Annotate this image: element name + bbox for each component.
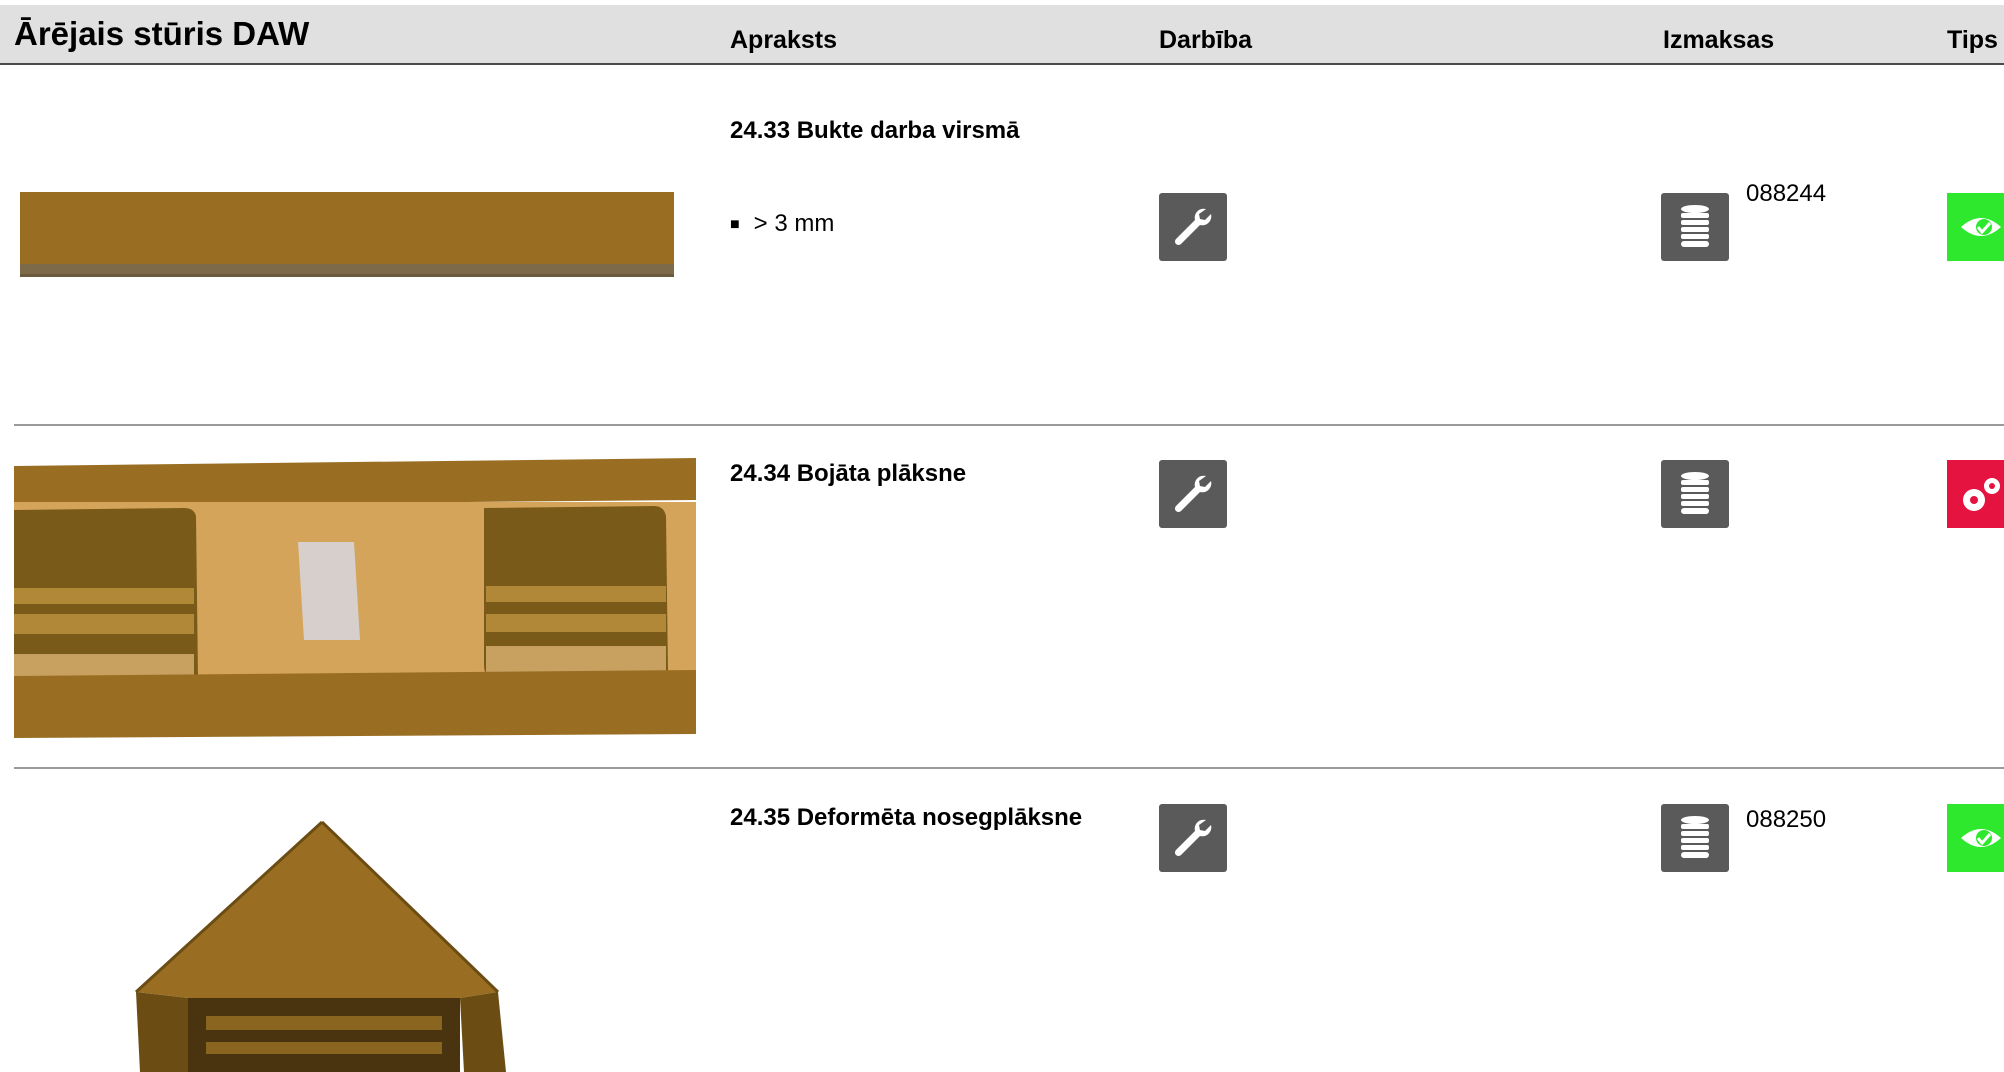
column-header-action: Darbība xyxy=(1159,26,1253,54)
row-divider xyxy=(14,767,2004,769)
cost-code: 088250 xyxy=(1746,806,1827,833)
row-bullet: ■ > 3 mm xyxy=(730,210,834,238)
cover-plate-image xyxy=(134,820,506,1072)
column-header-cost: Izmaksas xyxy=(1663,26,1775,54)
gears-icon[interactable] xyxy=(1947,460,2004,528)
column-header-description: Apraksts xyxy=(730,26,837,54)
row-title: 24.33 Bukte darba virsmā xyxy=(730,117,1020,144)
coins-icon[interactable] xyxy=(1661,804,1729,872)
wrench-icon[interactable] xyxy=(1159,193,1227,261)
worktop-image xyxy=(20,192,674,277)
wrench-icon[interactable] xyxy=(1159,804,1227,872)
coins-icon[interactable] xyxy=(1661,193,1729,261)
panel-image xyxy=(14,458,696,738)
row-divider xyxy=(14,424,2004,426)
eye-icon[interactable] xyxy=(1947,193,2004,261)
bullet-square-icon: ■ xyxy=(730,216,740,233)
coins-icon[interactable] xyxy=(1661,460,1729,528)
row-title: 24.34 Bojāta plāksne xyxy=(730,460,967,487)
row-title: 24.35 Deformēta nosegplāksne xyxy=(730,804,1083,831)
page-title: Ārējais stūris DAW xyxy=(14,15,310,52)
cost-code: 088244 xyxy=(1746,180,1827,207)
table-header: Ārējais stūris DAW Apraksts Darbība Izma… xyxy=(0,5,2004,65)
bullet-text: > 3 mm xyxy=(753,210,835,237)
eye-icon[interactable] xyxy=(1947,804,2004,872)
wrench-icon[interactable] xyxy=(1159,460,1227,528)
column-header-tips: Tips xyxy=(1947,26,1998,54)
